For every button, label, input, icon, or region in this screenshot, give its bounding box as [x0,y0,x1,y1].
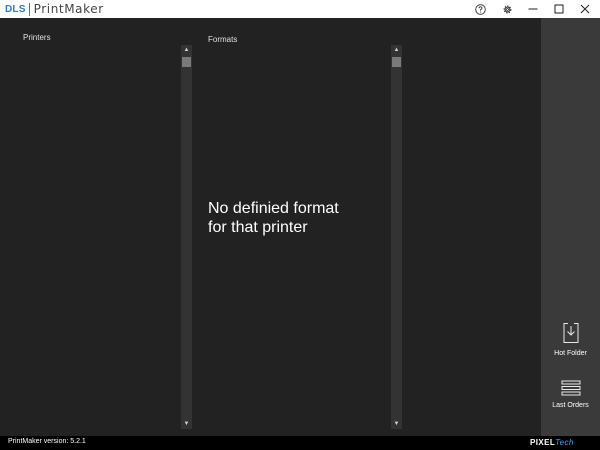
brand-short: DLS [5,3,26,15]
help-circle-icon [474,3,486,15]
last-orders-label: Last Orders [552,402,589,409]
scroll-thumb[interactable] [182,57,191,67]
formats-panel-extension [403,18,541,436]
minimize-icon [528,8,538,10]
printers-panel [0,18,193,436]
maximize-icon [554,4,564,14]
scroll-down-icon[interactable]: ▼ [181,419,192,429]
empty-message-line1: No definied format [208,200,339,217]
vendor-logo: PIXELTech [530,438,574,447]
formats-heading: Formats [208,35,238,44]
printers-heading: Printers [23,33,51,42]
close-icon [580,4,590,14]
close-button[interactable] [572,0,598,18]
app-title: PrintMaker [33,2,104,16]
brand-separator [28,2,30,16]
download-tray-icon [563,323,578,343]
help-button[interactable] [467,0,493,18]
hot-folder-label: Hot Folder [554,350,587,357]
empty-message-line2: for that printer [208,219,308,236]
empty-formats-message: No definied format for that printer [208,199,383,237]
right-sidebar [541,18,600,436]
scroll-thumb[interactable] [392,57,401,67]
vendor-tech: Tech [555,438,574,447]
gear-icon [503,5,511,13]
version-text: PrintMaker version: 5.2.1 [8,438,86,445]
status-bar: PrintMaker version: 5.2.1 PIXELTech [0,436,600,450]
last-orders-button[interactable]: Last Orders [541,380,600,420]
app-logo: DLS PrintMaker [5,1,104,17]
scroll-down-icon[interactable]: ▼ [391,419,402,429]
maximize-button[interactable] [546,0,572,18]
title-bar: DLS PrintMaker [0,0,600,18]
formats-scrollbar[interactable]: ▲ ▼ [391,45,402,429]
hot-folder-button[interactable]: Hot Folder [541,322,600,368]
list-icon [561,380,580,396]
vendor-pixel: PIXEL [530,438,556,447]
scroll-up-icon[interactable]: ▲ [181,45,192,55]
minimize-button[interactable] [520,0,546,18]
settings-button[interactable] [494,0,520,18]
scroll-up-icon[interactable]: ▲ [391,45,402,55]
printers-scrollbar[interactable]: ▲ ▼ [181,45,192,429]
